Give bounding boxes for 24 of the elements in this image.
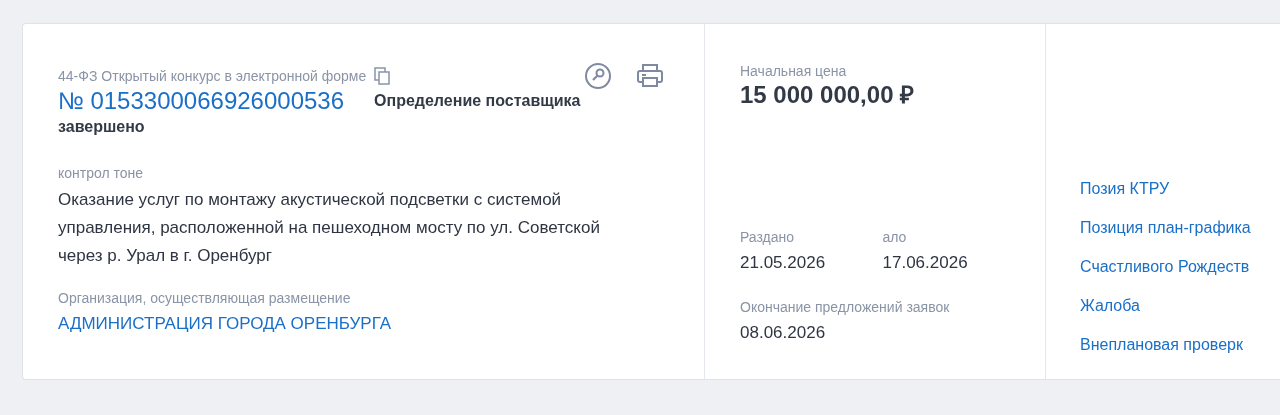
date-value: 21.05.2026 bbox=[740, 252, 827, 274]
price-label: Начальная цена bbox=[740, 62, 848, 80]
related-link[interactable]: Счастливого Рождеств bbox=[1080, 258, 1250, 275]
date-label: Раздано bbox=[740, 228, 796, 246]
related-link[interactable]: Позиция план-графика bbox=[1080, 219, 1251, 236]
tender-number-link[interactable]: № 0153300066926000536 bbox=[58, 87, 345, 114]
date-value: 17.06.2026 bbox=[882, 252, 969, 274]
procedure-type: Открытый конкурс в электронной форме bbox=[101, 67, 367, 85]
related-link[interactable]: Внеплановая проверк bbox=[1080, 336, 1243, 353]
subject-label: контрол тоне bbox=[58, 164, 145, 182]
price-value: 15 000 000,00 ₽ bbox=[740, 80, 916, 110]
status-text: завершено bbox=[58, 117, 146, 137]
print-icon[interactable] bbox=[636, 62, 664, 90]
subject-text: Оказание услуг по монтажу акустической подсветки с системой управления, расположенной на пешеходном мосту по ул. Советской через р. Урал в г. Оренбург bbox=[58, 189, 601, 267]
organization-link[interactable]: АДМИНИСТРАЦИЯ ГОРОДА ОРЕНБУРГА bbox=[58, 311, 392, 337]
deadline-label: Окончание предложений заявок bbox=[740, 297, 951, 316]
organization-label: Организация, осуществляющая размещение bbox=[58, 289, 352, 307]
date-label: ало bbox=[882, 228, 908, 246]
status-text: Определение поставщика bbox=[374, 92, 581, 109]
deadline-value: 08.06.2026 bbox=[740, 321, 827, 344]
related-link[interactable]: Жалоба bbox=[1080, 297, 1140, 314]
law-label: 44-ФЗ bbox=[58, 67, 98, 85]
related-link[interactable]: Позия КТРУ bbox=[1080, 180, 1170, 197]
copy-icon[interactable] bbox=[374, 67, 391, 85]
